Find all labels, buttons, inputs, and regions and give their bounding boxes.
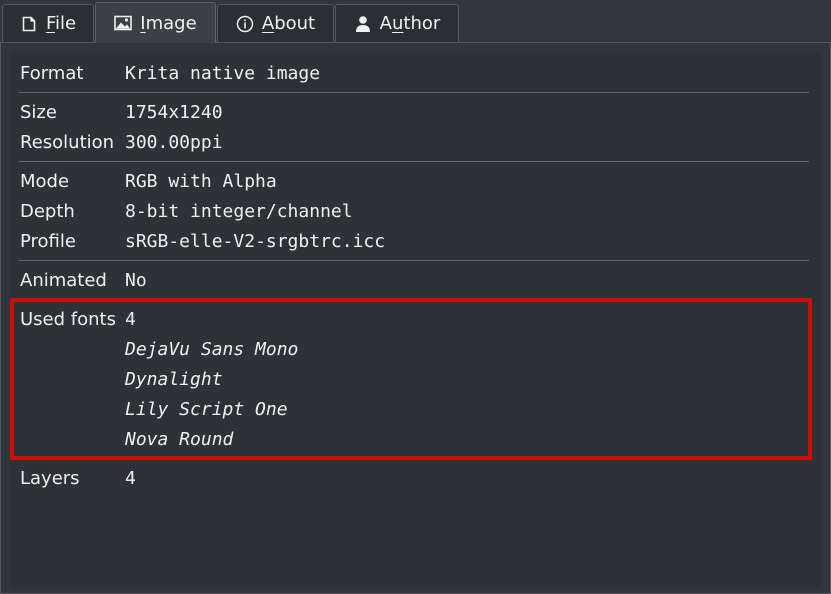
layers-label: Layers <box>20 468 80 489</box>
separator <box>19 92 809 93</box>
resolution-value: 300.00ppi <box>125 132 223 153</box>
image-icon <box>114 14 133 32</box>
tab-image[interactable]: Image <box>95 2 216 43</box>
tab-author-label: Author <box>379 13 441 34</box>
separator <box>19 299 809 300</box>
tab-file[interactable]: File <box>2 4 94 42</box>
info-icon <box>236 15 254 33</box>
format-value: Krita native image <box>125 63 321 84</box>
tab-author[interactable]: Author <box>335 4 459 42</box>
profile-value: sRGB-elle-V2-srgbtrc.icc <box>125 231 386 252</box>
file-icon <box>20 15 38 33</box>
mode-value: RGB with Alpha <box>125 171 277 192</box>
tab-image-label: Image <box>140 12 197 34</box>
resolution-label: Resolution <box>20 132 115 153</box>
depth-label: Depth <box>20 201 75 222</box>
separator <box>19 161 809 162</box>
size-label: Size <box>20 102 57 123</box>
used-fonts-label: Used fonts <box>20 309 116 330</box>
font-list-item: DejaVu Sans Mono <box>125 339 299 360</box>
animated-value: No <box>125 270 147 291</box>
tab-file-label: File <box>45 13 77 34</box>
font-list-item: Lily Script One <box>125 399 288 420</box>
separator <box>19 260 809 261</box>
font-list-item: Nova Round <box>125 429 234 450</box>
depth-value: 8-bit integer/channel <box>125 201 353 222</box>
tab-bar: File Image About Author <box>0 0 831 43</box>
profile-label: Profile <box>20 231 76 252</box>
animated-label: Animated <box>20 270 107 291</box>
mode-label: Mode <box>20 171 70 192</box>
used-fonts-count: 4 <box>125 309 136 330</box>
tab-about[interactable]: About <box>217 4 334 42</box>
size-value: 1754x1240 <box>125 102 223 123</box>
font-list-item: Dynalight <box>125 369 223 390</box>
format-label: Format <box>20 63 84 84</box>
user-icon <box>354 15 372 33</box>
layers-value: 4 <box>125 468 136 489</box>
tab-about-label: About <box>261 13 316 34</box>
